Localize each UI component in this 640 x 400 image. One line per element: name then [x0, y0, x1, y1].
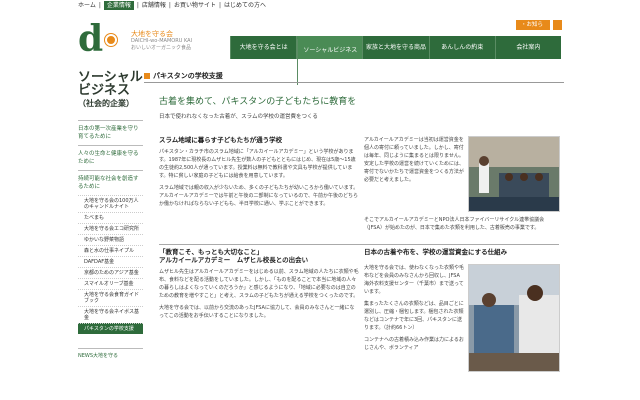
- topnav-first-time[interactable]: はじめての方へ: [224, 1, 266, 10]
- sidebar-item-primary-industry[interactable]: 日本の第一次産業を守り育てるために: [78, 120, 143, 145]
- sidebar-news-link[interactable]: NEWS大地を守る: [78, 348, 143, 361]
- section2-right-para2: 集まったたくさんの衣類などは、品目ごとに選別し、圧縮・梱包します。梱包された衣類…: [364, 301, 464, 331]
- section1-para1: パキスタン・カラチ市のスラム地域に「アルカイールアカデミー」という学校があります…: [159, 149, 356, 179]
- nav-social-business-label: ソーシャルビジネス: [297, 39, 362, 62]
- sidebar-sub-asia[interactable]: 京都のためのアジア基金: [78, 267, 143, 278]
- sidebar-sub-tabemamo[interactable]: たべまも: [78, 212, 143, 223]
- topnav-company[interactable]: 企業情報: [103, 1, 134, 10]
- section1-right-para2-block: そこでアルカイールアカデミーとNPO法人日本ファイバーリサイクル連帯協議会（JF…: [364, 216, 559, 232]
- nav-about[interactable]: 大地を守る会とは: [230, 36, 296, 59]
- section2-heading2: アルカイールアカデミー ムザヒル校長との出会い: [159, 256, 309, 264]
- sidebar-sub-neibos[interactable]: 大地を守る会ネイボス基金: [78, 306, 143, 323]
- section2-right-heading-block: 日本の古着や布を、学校の運営資金にする仕組み: [364, 248, 559, 260]
- separator: |: [136, 2, 139, 9]
- section2-right-heading: 日本の古着や布を、学校の運営資金にする仕組み: [364, 248, 508, 256]
- topnav-shop[interactable]: お買い物サイト: [174, 1, 216, 10]
- sidebar-sub-eco-lab[interactable]: 大地を守る会エコ研究所: [78, 223, 143, 234]
- nav-company[interactable]: 会社案内: [494, 36, 561, 59]
- clothing-photo-image: [469, 265, 559, 371]
- logo-title: 大地を守る会: [131, 30, 173, 38]
- separator: |: [168, 2, 171, 9]
- page-title: パキスタンの学校支援: [144, 71, 564, 83]
- section2-right-para3: コンテナへの古着積み込み作業は力によるおじさんや、ボランティア: [364, 337, 464, 351]
- sidebar-item-sustainable[interactable]: 持続可能な社会を創造するために: [78, 170, 143, 195]
- sidebar-sub-pakistan[interactable]: パキスタンの学校支援: [78, 323, 143, 334]
- news-button[interactable]: ・お知らせ: [516, 20, 550, 38]
- content-intro: 古着を集めて、パキスタンの子どもたちに教育を 日本で使われなくなった古着が、スラ…: [159, 97, 559, 121]
- section2-heading1: 「教育こそ、もっとも大切なこと」: [159, 248, 263, 256]
- separator: |: [98, 2, 101, 9]
- sidebar-sub-dafdaf[interactable]: DAFDAF基金: [78, 256, 143, 267]
- logo-letter[interactable]: d: [78, 21, 103, 57]
- sidebar-title-line2: ビジネス: [78, 83, 131, 98]
- section2-right-para1: 大地を守る会では、使わなくなった衣類や毛布などを会員のみなさんから回収し、JFS…: [364, 265, 465, 295]
- logo-sun-icon: [105, 34, 117, 46]
- headline: 古着を集めて、パキスタンの子どもたちに教育を: [159, 97, 357, 107]
- school-photo: [468, 136, 560, 212]
- sidebar-title-line3: （社会的企業）: [78, 99, 134, 108]
- section1-para2: スラム地域では親の収入が少ないため、多くの子どもたちが幼いころから働いています。…: [159, 185, 359, 207]
- sidebar-sub-olive[interactable]: スマイルオリーブ基金: [78, 278, 143, 289]
- sidebar: ソーシャル ビジネス （社会的企業） 日本の第一次産業を守り育てるために 人々の…: [78, 71, 143, 361]
- page-title-text: パキスタンの学校支援: [153, 72, 223, 80]
- section2-para1: ムザヒル先生はアルカイールアカデミーをはじめる以前、スラム地域の人たちに衣類や毛…: [159, 269, 359, 299]
- sidebar-sub-forest[interactable]: 森と水の仕事ネイプル: [78, 245, 143, 256]
- topnav-stores[interactable]: 店舗情報: [142, 1, 166, 10]
- section1-right-para2: そこでアルカイールアカデミーとNPO法人日本ファイバーリサイクル連帯協議会（JF…: [364, 217, 545, 231]
- section2-left: 「教育こそ、もっとも大切なこと」 アルカイールアカデミー ムザヒル校長との出会い…: [159, 248, 359, 320]
- logo-text[interactable]: 大地を守る会 DAICHI-wo-MAMORU KAI おいしいオーガニック食品: [131, 30, 192, 52]
- section1-left: スラム地域に暮らす子どもたちが通う学校 パキスタン・カラチ市のスラム地域に「アル…: [159, 136, 359, 208]
- sidebar-title: ソーシャル ビジネス （社会的企業）: [78, 71, 143, 110]
- separator: |: [218, 2, 221, 9]
- logo-tagline: おいしいオーガニック食品: [131, 45, 192, 51]
- section2-right-text: 大地を守る会では、使わなくなった衣類や毛布などを会員のみなさんから回収し、JFS…: [364, 264, 464, 352]
- top-nav: ホーム | 企業情報 | 店舗情報 | お買い物サイト | はじめての方へ: [78, 1, 266, 10]
- topnav-home[interactable]: ホーム: [78, 1, 96, 10]
- divider: [553, 20, 562, 30]
- top-utility-bar: ホーム | 企業情報 | 店舗情報 | お買い物サイト | はじめての方へ: [0, 0, 640, 11]
- section1-right-para1: アルカイールアカデミーは当初は運営資金を個人の寄付に頼っていました。しかし、寄付…: [364, 137, 465, 183]
- school-photo-image: [469, 137, 559, 211]
- title-square-icon: [144, 73, 150, 79]
- section1-right-text: アルカイールアカデミーは当初は運営資金を個人の寄付に頼っていました。しかし、寄付…: [364, 136, 464, 184]
- clothing-photo: [468, 264, 560, 372]
- nav-products[interactable]: 家族と大地を守る商品: [362, 36, 428, 59]
- sidebar-sub-vegetable[interactable]: ゆかいな野菜物語: [78, 234, 143, 245]
- sidebar-sub-candle[interactable]: 大地を守る会の100万人のキャンドルナイト: [78, 195, 143, 212]
- nav-social-business[interactable]: ソーシャルビジネス （社会的企業）: [296, 36, 363, 85]
- nav-promise[interactable]: あんしんの約束: [428, 36, 495, 59]
- sidebar-sub-guidebook[interactable]: 大地を守る会食育ガイドブック: [78, 289, 143, 306]
- section2-para2: 大地を守る会では、以前から交流のあったJFSAに協力して、会員のみなさんと一緒に…: [159, 305, 355, 319]
- section1-heading: スラム地域に暮らす子どもたちが通う学校: [159, 136, 283, 144]
- main-nav: 大地を守る会とは ソーシャルビジネス （社会的企業） 家族と大地を守る商品 あん…: [230, 36, 561, 85]
- sidebar-item-health[interactable]: 人々の生命と健康を守るために: [78, 145, 143, 170]
- lead-text: 日本で使われなくなった古着が、スラムの学校の運営費をつくる: [159, 114, 318, 120]
- section-divider: [159, 244, 559, 245]
- logo-romaji: DAICHI-wo-MAMORU KAI: [131, 38, 193, 44]
